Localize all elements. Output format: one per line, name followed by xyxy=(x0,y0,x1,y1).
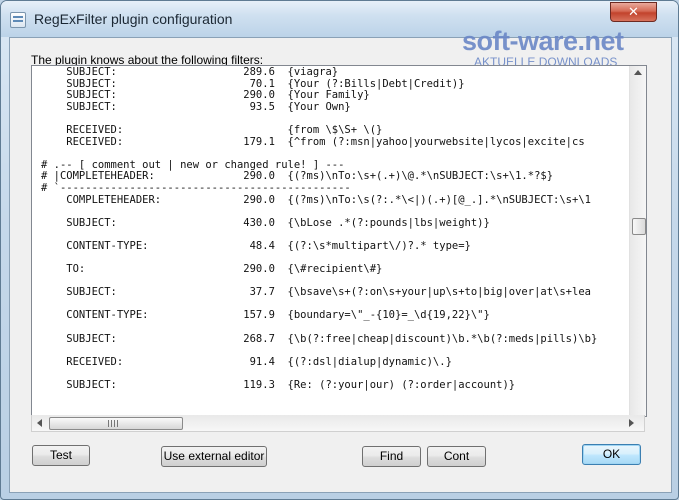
filter-line[interactable]: RECEIVED: 179.1 {^from (?:msn|yahoo|your… xyxy=(41,136,631,149)
close-button[interactable]: ✕ xyxy=(610,2,657,22)
cont-button[interactable]: Cont xyxy=(427,446,486,467)
window-title: RegExFilter plugin configuration xyxy=(34,11,233,27)
test-button[interactable]: Test xyxy=(32,445,90,466)
find-button[interactable]: Find xyxy=(362,446,421,467)
filter-line[interactable]: SUBJECT: 93.5 {Your Own} xyxy=(41,101,631,114)
plugin-config-window: RegExFilter plugin configuration ✕ The p… xyxy=(0,0,679,500)
filter-line[interactable]: TO: 290.0 {\#recipient\#} xyxy=(41,263,631,276)
scroll-left-icon[interactable] xyxy=(37,419,42,427)
scroll-up-icon[interactable] xyxy=(634,70,642,75)
ok-button[interactable]: OK xyxy=(582,444,641,465)
title-bar[interactable]: RegExFilter plugin configuration ✕ xyxy=(1,1,678,37)
filter-line[interactable] xyxy=(41,206,631,218)
filter-line[interactable]: SUBJECT: 289.6 {viagra} xyxy=(41,67,631,79)
filter-line[interactable]: SUBJECT: 430.0 {\bLose .*(?:pounds|lbs|w… xyxy=(41,217,631,230)
app-icon xyxy=(10,12,26,28)
vertical-scroll-thumb[interactable] xyxy=(632,218,646,235)
filter-line[interactable] xyxy=(41,392,631,404)
filter-line[interactable]: SUBJECT: 119.3 {Re: (?:your|our) (?:orde… xyxy=(41,379,631,392)
vertical-scrollbar[interactable] xyxy=(629,66,646,416)
filter-line[interactable]: # `-------------------------------------… xyxy=(41,182,631,195)
filter-line[interactable]: CONTENT-TYPE: 48.4 {(?:\s*multipart\/)?.… xyxy=(41,240,631,253)
filter-line[interactable]: RECEIVED: 91.4 {(?:dsl|dialup|dynamic)\.… xyxy=(41,356,631,369)
scroll-right-icon[interactable] xyxy=(629,419,634,427)
filter-text-editor[interactable]: SUBJECT: 289.6 {viagra} SUBJECT: 70.1 {Y… xyxy=(31,65,647,417)
horizontal-scroll-thumb[interactable] xyxy=(49,417,183,430)
horizontal-scrollbar[interactable] xyxy=(31,415,645,432)
filter-line[interactable]: RECEIVED: {from \$\S+ \(} xyxy=(41,124,631,137)
filter-line[interactable]: CONTENT-TYPE: 157.9 {boundary=\"_-{10}=_… xyxy=(41,310,631,322)
filter-line[interactable]: COMPLETEHEADER: 290.0 {(?ms)\nTo:\s(?:.*… xyxy=(41,194,631,207)
filter-line[interactable] xyxy=(41,148,631,160)
filter-line[interactable]: SUBJECT: 268.7 {\b(?:free|cheap|discount… xyxy=(41,333,631,346)
grip-icon xyxy=(108,420,118,427)
filter-lines[interactable]: SUBJECT: 289.6 {viagra} SUBJECT: 70.1 {Y… xyxy=(41,67,631,413)
filter-line[interactable] xyxy=(41,322,631,334)
use-external-editor-button[interactable]: Use external editor xyxy=(161,446,267,467)
filter-line[interactable]: SUBJECT: 37.7 {\bsave\s+(?:on\s+your|up\… xyxy=(41,287,631,299)
dialog-client-area: The plugin knows about the following fil… xyxy=(9,26,672,493)
